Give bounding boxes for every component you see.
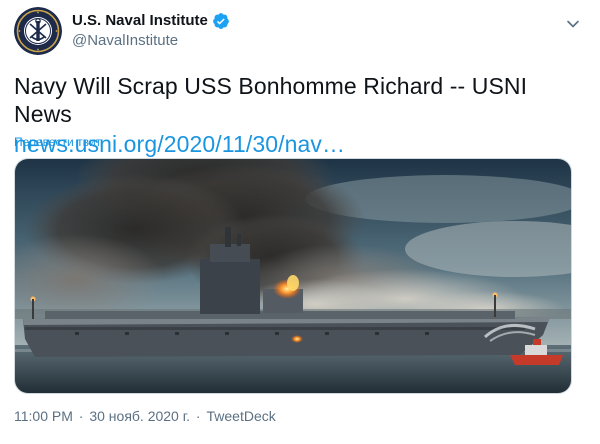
display-name[interactable]: U.S. Naval Institute: [72, 11, 208, 30]
tweet-date[interactable]: 30 нояб. 2020 г.: [89, 408, 190, 424]
tweet-media-image[interactable]: [14, 158, 572, 394]
tweet-meta: 11:00 PM · 30 нояб. 2020 г. · TweetDeck: [14, 408, 276, 424]
tweet-card: U.S. Naval Institute @NavalInstitute Nav…: [0, 0, 600, 444]
more-options-button[interactable]: [562, 13, 584, 35]
handle[interactable]: @NavalInstitute: [72, 31, 230, 51]
naval-institute-seal-icon: [14, 7, 62, 55]
translate-tweet-link[interactable]: Перевести твит: [14, 135, 101, 149]
meta-separator: ·: [78, 408, 84, 424]
meta-separator: ·: [195, 408, 201, 424]
verified-badge-icon: [212, 12, 229, 29]
tweet-source[interactable]: TweetDeck: [206, 408, 275, 424]
tweet-text: Navy Will Scrap USS Bonhomme Richard -- …: [14, 73, 528, 127]
display-name-row[interactable]: U.S. Naval Institute: [72, 11, 230, 30]
account-names[interactable]: U.S. Naval Institute @NavalInstitute: [72, 11, 230, 51]
avatar[interactable]: [14, 7, 62, 55]
tweet-time[interactable]: 11:00 PM: [14, 408, 73, 424]
burning-ship-photo: [15, 159, 571, 393]
chevron-down-icon: [567, 20, 579, 28]
